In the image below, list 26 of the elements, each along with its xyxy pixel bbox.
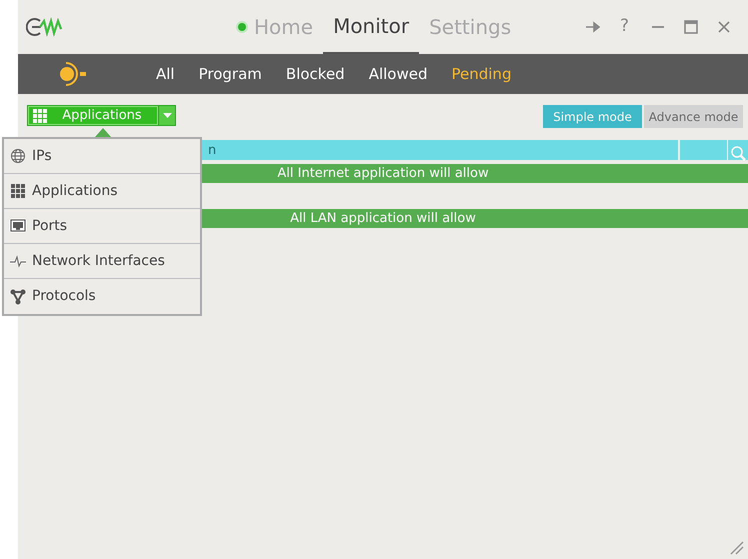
grid-icon [10,183,26,199]
caret-icon [162,112,172,118]
filter-tab[interactable]: Blocked [274,62,357,86]
column-header: n [208,142,216,160]
pulse-icon [10,253,26,269]
menu-item[interactable]: Protocols [4,279,200,314]
nodes-icon [10,288,26,304]
maximize-icon [682,19,698,35]
globe-icon [10,148,26,164]
mode-button[interactable]: Advance mode [644,105,743,128]
port-icon [10,218,26,234]
menu-item[interactable]: IPs [4,139,200,174]
minimize-icon [650,26,666,28]
menu-item[interactable]: Network Interfaces [4,244,200,279]
menu-item[interactable]: Ports [4,209,200,244]
table-header [680,140,727,160]
filter-tab[interactable]: Pending [440,62,524,86]
filter-tab[interactable]: Program [186,62,274,86]
filter-tab[interactable]: All [144,62,187,86]
close-icon [716,19,732,35]
menu-item[interactable]: Applications [4,174,200,209]
filter-tab[interactable]: Allowed [356,62,440,86]
resize-grip [730,541,744,555]
search-button[interactable] [728,140,748,160]
grid-icon [33,108,47,122]
popup-arrow [95,128,111,137]
